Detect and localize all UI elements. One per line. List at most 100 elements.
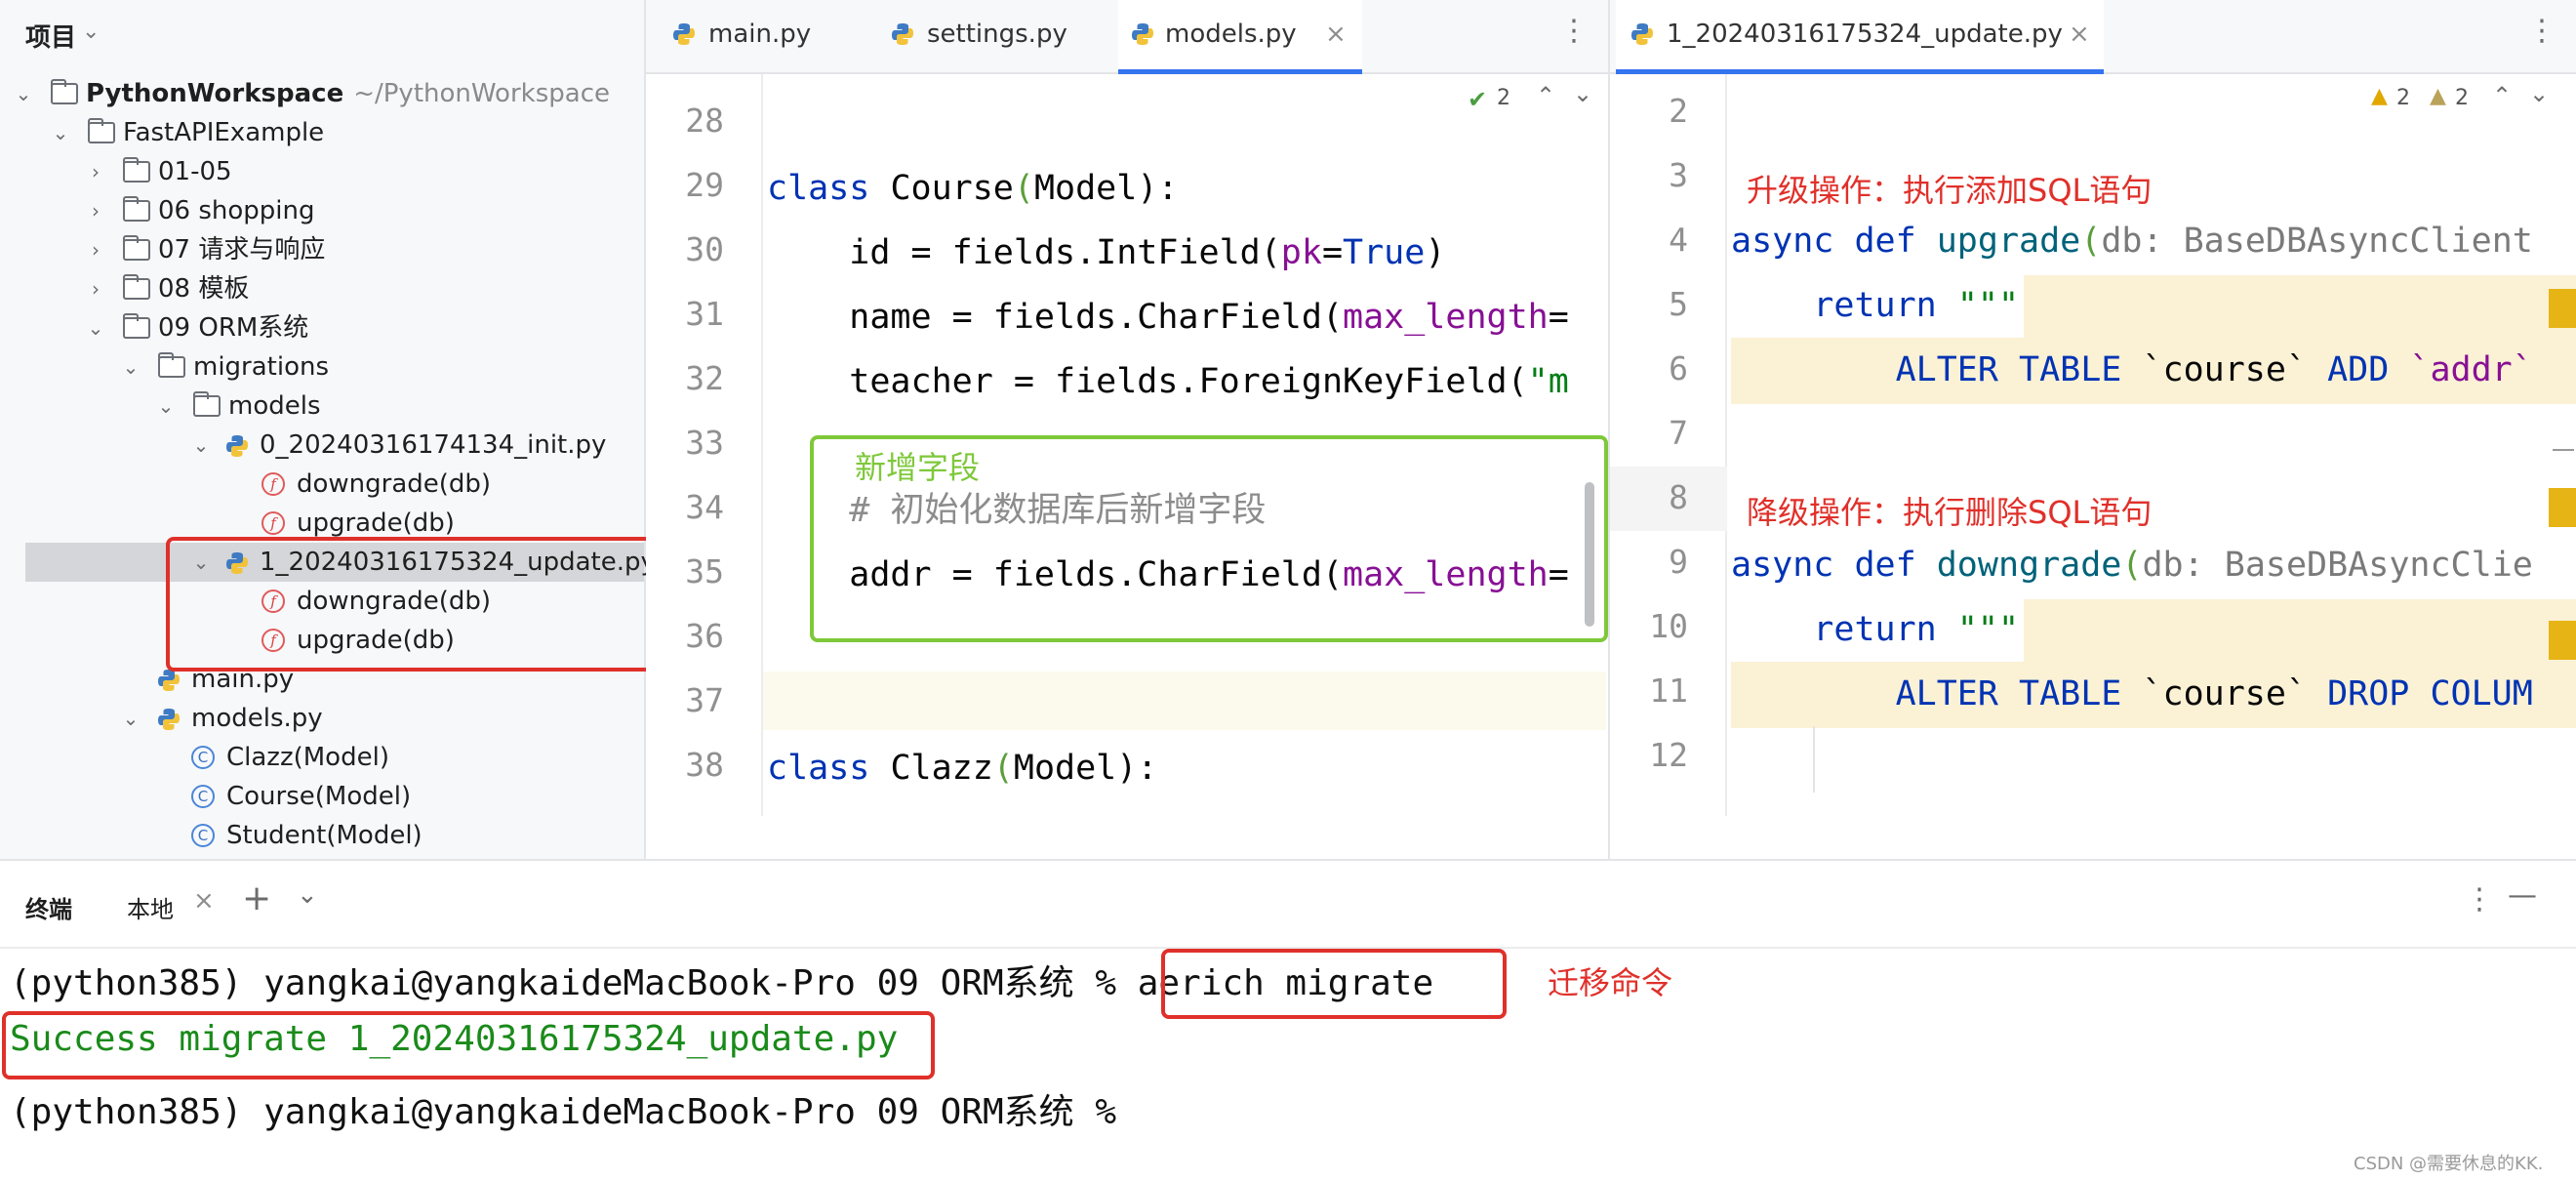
code-line-5[interactable]: return """	[1731, 279, 2019, 332]
chevron-down-icon[interactable]: ⌄	[297, 880, 318, 910]
tree-item-folder[interactable]: ⌄ migrations	[0, 347, 644, 387]
tree-item-folder[interactable]: ⌄ 09 ORM系统	[0, 308, 644, 347]
line-number: 7	[1669, 414, 1688, 452]
tree-item-class[interactable]: C Clazz(Model)	[0, 738, 644, 777]
chevron-down-icon[interactable]: ⌄	[119, 347, 142, 387]
warning-marker[interactable]	[2549, 289, 2576, 328]
check-icon[interactable]: ✔	[1468, 86, 1487, 113]
tree-item-label: 07 请求与响应	[158, 235, 326, 265]
line-number: 5	[1669, 285, 1688, 323]
code-line-4[interactable]: async def upgrade(db: BaseDBAsyncClient	[1731, 215, 2533, 267]
code-line-29[interactable]: class Course(Model):	[767, 162, 1178, 215]
tree-item-label: 0_20240316174134_init.py	[260, 430, 607, 460]
tree-item-class[interactable]: C Course(Model)	[0, 777, 644, 816]
right-editor[interactable]: ▲ 2 ▲ 2 ⌃ ⌄ 2 3 4 5 6 7 8 9 10 11 12 升级操…	[1610, 74, 2576, 859]
chevron-right-icon[interactable]: ›	[84, 269, 107, 308]
tree-item-label: 08 模板	[158, 274, 250, 304]
line-number: 37	[685, 681, 724, 719]
code-line-10[interactable]: return """	[1731, 603, 2019, 656]
chevron-down-icon[interactable]: ⌄	[189, 426, 213, 465]
code-line-38[interactable]: class Clazz(Model):	[767, 742, 1157, 794]
code-line-11[interactable]: ALTER TABLE `course` DROP COLUM	[1731, 668, 2533, 720]
more-options-icon[interactable]: ⋮	[1559, 14, 1589, 48]
folder-icon	[123, 313, 150, 339]
annotation-upgrade: 升级操作：执行添加SQL语句	[1747, 172, 2153, 209]
chevron-down-icon[interactable]: ⌄	[12, 74, 35, 113]
tree-item-label: downgrade(db)	[297, 469, 492, 499]
plus-icon[interactable]: +	[242, 878, 271, 918]
project-panel-title[interactable]: 项目	[25, 18, 76, 54]
chevron-right-icon[interactable]: ›	[84, 152, 107, 191]
chevron-down-icon[interactable]: ⌄	[154, 387, 178, 426]
chevron-down-icon[interactable]: ⌄	[82, 20, 100, 44]
tab-models-py[interactable]: models.py ×	[1118, 0, 1362, 74]
chevron-right-icon[interactable]: ›	[84, 230, 107, 269]
folder-icon	[123, 196, 150, 222]
folder-icon	[123, 274, 150, 300]
terminal-panel[interactable]: 终端 本地 × + ⌄ ⋮ — (python385) yangkai@yang…	[0, 859, 2576, 1181]
tree-item-class[interactable]: C Student(Model)	[0, 816, 644, 855]
minimize-icon[interactable]: —	[2508, 878, 2537, 913]
class-icon: C	[191, 824, 215, 847]
chevron-up-icon[interactable]: ⌃	[1536, 82, 1555, 109]
chevron-down-icon[interactable]: ⌄	[2529, 80, 2549, 107]
line-number: 31	[685, 295, 724, 333]
chevron-down-icon[interactable]: ⌄	[49, 113, 72, 152]
tab-main-py[interactable]: main.py	[665, 0, 880, 72]
scrollbar[interactable]	[1585, 482, 1594, 627]
line-number: 6	[1669, 349, 1688, 387]
code-line-6[interactable]: ALTER TABLE `course` ADD `addr`	[1731, 344, 2533, 396]
highlight-box-update-file	[166, 537, 654, 672]
code-line-30[interactable]: id = fields.IntField(pk=True)	[767, 226, 1445, 279]
line-number: 35	[685, 552, 724, 590]
tab-update-py[interactable]: 1_20240316175324_update.py ×	[1616, 0, 2104, 74]
chevron-right-icon[interactable]: ›	[84, 191, 107, 230]
close-icon[interactable]: ×	[193, 886, 215, 916]
warning-marker[interactable]	[2549, 621, 2576, 660]
tree-item-label: Course(Model)	[226, 782, 412, 811]
chevron-down-icon[interactable]: ⌄	[119, 699, 142, 738]
tree-item-label: Clazz(Model)	[226, 743, 389, 772]
tree-item-label: FastAPIExample	[123, 118, 325, 147]
terminal-tab-local[interactable]: 本地	[127, 890, 174, 924]
tab-label: 1_20240316175324_update.py	[1667, 20, 2063, 49]
chevron-down-icon[interactable]: ⌄	[84, 308, 107, 347]
tree-item-label: migrations	[193, 352, 330, 382]
tab-label: settings.py	[927, 20, 1067, 49]
tree-item-folder[interactable]: › 01-05	[0, 152, 644, 191]
tree-item-folder[interactable]: › 08 模板	[0, 269, 644, 308]
more-options-icon[interactable]: ⋮	[2527, 14, 2556, 48]
tree-item-folder[interactable]: › 06 shopping	[0, 191, 644, 230]
code-line-31[interactable]: name = fields.CharField(max_length=	[767, 291, 1569, 344]
annotation-downgrade: 降级操作：执行删除SQL语句	[1747, 494, 2153, 531]
tab-settings-py[interactable]: settings.py	[882, 0, 1126, 72]
folder-icon	[123, 157, 150, 183]
terminal-line-3: (python385) yangkai@yangkaideMacBook-Pro…	[10, 1092, 1117, 1132]
tree-item-pythonworkspace[interactable]: ⌄ PythonWorkspace ~/PythonWorkspace	[0, 74, 644, 113]
tree-item-folder[interactable]: › 07 请求与响应	[0, 230, 644, 269]
tree-item-file[interactable]: ⌄ models.py	[0, 699, 644, 738]
code-line-9[interactable]: async def downgrade(db: BaseDBAsyncClie	[1731, 539, 2533, 591]
close-icon[interactable]: ×	[2069, 0, 2090, 68]
tree-item-function[interactable]: f downgrade(db)	[0, 465, 644, 504]
line-number: 8	[1669, 478, 1688, 516]
close-icon[interactable]: ×	[1325, 0, 1347, 68]
line-number: 12	[1649, 736, 1688, 774]
weak-warning-icon[interactable]: ▲	[2430, 84, 2446, 108]
current-line-highlight	[763, 672, 1606, 730]
warning-count: 2	[2396, 86, 2410, 110]
tree-item-file[interactable]: ⌄ 0_20240316174134_init.py	[0, 426, 644, 465]
more-options-icon[interactable]: ⋮	[2465, 882, 2494, 916]
line-number: 29	[685, 166, 724, 204]
chevron-up-icon[interactable]: ⌃	[2492, 82, 2512, 109]
line-number: 33	[685, 424, 724, 462]
tree-item-fastapiexample[interactable]: ⌄ FastAPIExample	[0, 113, 644, 152]
chevron-down-icon[interactable]: ⌄	[1573, 80, 1592, 107]
warning-icon[interactable]: ▲	[2371, 84, 2388, 108]
tree-item-folder[interactable]: ⌄ models	[0, 387, 644, 426]
python-file-icon	[892, 23, 913, 45]
terminal-title: 终端	[25, 896, 72, 923]
warning-marker[interactable]	[2549, 488, 2576, 527]
code-line-32[interactable]: teacher = fields.ForeignKeyField("m	[767, 355, 1569, 408]
left-editor[interactable]: ✔ 2 ⌃ ⌄ 28 29 30 31 32 33 34 35 36 37 38…	[646, 74, 1608, 859]
